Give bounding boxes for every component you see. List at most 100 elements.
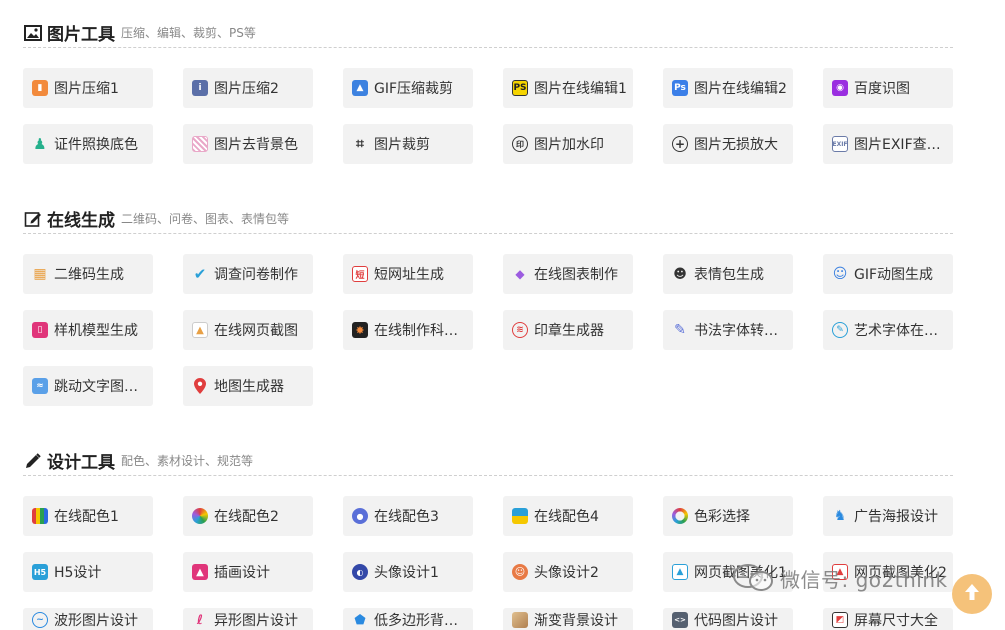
tool-label: 短网址生成 [374,267,444,283]
stamp-circle-icon: 印 [512,136,528,152]
tool-label: 在线配色4 [534,509,599,525]
tool-label: 在线网页截图 [214,323,298,339]
pencil-icon [23,451,43,471]
screen-size-icon: ◩ [832,612,848,628]
tool-image-edit-2[interactable]: Ps 图片在线编辑2 [663,68,793,108]
tool-label: 图片裁剪 [374,137,430,153]
tool-id-photo[interactable]: ♟ 证件照换底色 [23,124,153,164]
section-title: 设计工具 [47,453,115,473]
edit-icon [23,209,43,229]
tool-low-poly[interactable]: ⬟ 低多边形背… [343,608,473,630]
arrow-up-icon [963,582,981,606]
tool-label: 在线图表制作 [534,267,618,283]
tool-remove-bg[interactable]: 图片去背景色 [183,124,313,164]
tool-meme[interactable]: ☻ 表情包生成 [663,254,793,294]
short-url-icon: 短 [352,266,368,282]
camera-purple-icon: ◉ [832,80,848,96]
tool-poster[interactable]: ♞ 广告海报设计 [823,496,953,536]
tool-avatar-2[interactable]: ☺ 头像设计2 [503,552,633,592]
tool-watermark[interactable]: 印图片加水印 [503,124,633,164]
tool-survey[interactable]: ✔ 调查问卷制作 [183,254,313,294]
tool-chart[interactable]: ◆ 在线图表制作 [503,254,633,294]
tool-label: 样机模型生成 [54,323,138,339]
tool-seal[interactable]: ≋ 印章生成器 [503,310,633,350]
tool-short-url[interactable]: 短短网址生成 [343,254,473,294]
tool-image-compress-2[interactable]: i 图片压缩2 [183,68,313,108]
section-image-tools: 图片工具 压缩、编辑、裁剪、PS等 ▮ 图片压缩1 i 图片压缩2 ▲ GIF压缩裁剪… [23,18,953,164]
qrcode-icon: ▦ [33,266,47,282]
tool-label: 在线制作科… [374,323,458,339]
curve-icon: ℓ [196,612,204,628]
illustration-icon: ▲ [192,564,208,580]
tool-label: 表情包生成 [694,267,764,283]
doc-blue-icon: ≈ [32,378,48,394]
gradient-icon [512,612,528,628]
crop-icon: ⌗ [356,136,364,152]
tool-map[interactable]: 地图生成器 [183,366,313,406]
avatar-ring-icon: ◐ [352,564,368,580]
image-icon [23,23,43,43]
file-orange-icon: ▮ [32,80,48,96]
face-icon: ☺ [832,266,848,282]
tool-web-screenshot[interactable]: ▲ 在线网页截图 [183,310,313,350]
file-blue-icon: i [192,80,208,96]
tool-mockup[interactable]: ▯ 样机模型生成 [23,310,153,350]
tool-label: 图片压缩2 [214,81,279,97]
tool-image-upscale[interactable]: + 图片无损放大 [663,124,793,164]
tool-screen-size[interactable]: ◩ 屏幕尺寸大全 [823,608,953,630]
stripes-icon [192,136,208,152]
h5-icon: H5 [32,564,48,580]
tool-avatar-1[interactable]: ◐ 头像设计1 [343,552,473,592]
wechat-icon [732,563,776,593]
cube-icon: ◆ [515,267,525,281]
tool-label: 艺术字体在… [854,323,938,339]
section-header: 在线生成 二维码、问卷、图表、表情包等 [23,204,953,234]
tool-art-font[interactable]: ✎ 艺术字体在… [823,310,953,350]
tool-code-image[interactable]: <> 代码图片设计 [663,608,793,630]
tool-science[interactable]: ✸ 在线制作科… [343,310,473,350]
tool-gif-maker[interactable]: ☺ GIF动图生成 [823,254,953,294]
tool-label: 渐变背景设计 [534,613,618,629]
tool-label: 插画设计 [214,565,270,581]
tool-h5[interactable]: H5 H5设计 [23,552,153,592]
section-header: 图片工具 压缩、编辑、裁剪、PS等 [23,18,953,48]
tool-color-2[interactable]: 在线配色2 [183,496,313,536]
section-online-generate: 在线生成 二维码、问卷、图表、表情包等 ▦ 二维码生成 ✔ 调查问卷制作 短短网址生… [23,204,953,406]
tool-image-compress-1[interactable]: ▮ 图片压缩1 [23,68,153,108]
tool-illustration[interactable]: ▲ 插画设计 [183,552,313,592]
section-subtitle: 压缩、编辑、裁剪、PS等 [121,26,256,40]
tool-exif[interactable]: EXIF 图片EXIF查… [823,124,953,164]
tool-label: 图片在线编辑2 [694,81,787,97]
tool-baidu-image[interactable]: ◉ 百度识图 [823,68,953,108]
watermark-text: 微信号: go2think [780,567,948,592]
section-title: 在线生成 [47,211,115,231]
color-wheel-icon [192,508,208,524]
tool-label: 百度识图 [854,81,910,97]
tool-gradient-bg[interactable]: 渐变背景设计 [503,608,633,630]
tool-label: 代码图片设计 [694,613,778,629]
tool-shape-image[interactable]: ℓ 异形图片设计 [183,608,313,630]
back-to-top-button[interactable] [952,574,992,614]
tool-gif-compress[interactable]: ▲ GIF压缩裁剪 [343,68,473,108]
tool-label: 头像设计2 [534,565,599,581]
tool-color-3[interactable]: ● 在线配色3 [343,496,473,536]
tool-color-4[interactable]: 在线配色4 [503,496,633,536]
exif-icon: EXIF [832,136,848,152]
tool-image-crop[interactable]: ⌗ 图片裁剪 [343,124,473,164]
tool-color-picker[interactable]: 色彩选择 [663,496,793,536]
tool-label: 图片去背景色 [214,137,298,153]
tool-label: 波形图片设计 [54,613,138,629]
gif-logo-icon: ▲ [352,80,368,96]
tool-jumping-text[interactable]: ≈ 跳动文字图… [23,366,153,406]
tool-calligraphy[interactable]: ✎ 书法字体转… [663,310,793,350]
tool-label: 图片在线编辑1 [534,81,627,97]
wave-icon: ~ [32,612,48,628]
tool-color-1[interactable]: 在线配色1 [23,496,153,536]
tool-label: GIF动图生成 [854,267,934,283]
tool-image-edit-1[interactable]: PS 图片在线编辑1 [503,68,633,108]
tool-label: 低多边形背… [374,613,458,629]
palette-bars-icon [32,508,48,524]
tool-wave-image[interactable]: ~ 波形图片设计 [23,608,153,630]
tool-qrcode[interactable]: ▦ 二维码生成 [23,254,153,294]
polygon-icon: ⬟ [354,612,366,628]
